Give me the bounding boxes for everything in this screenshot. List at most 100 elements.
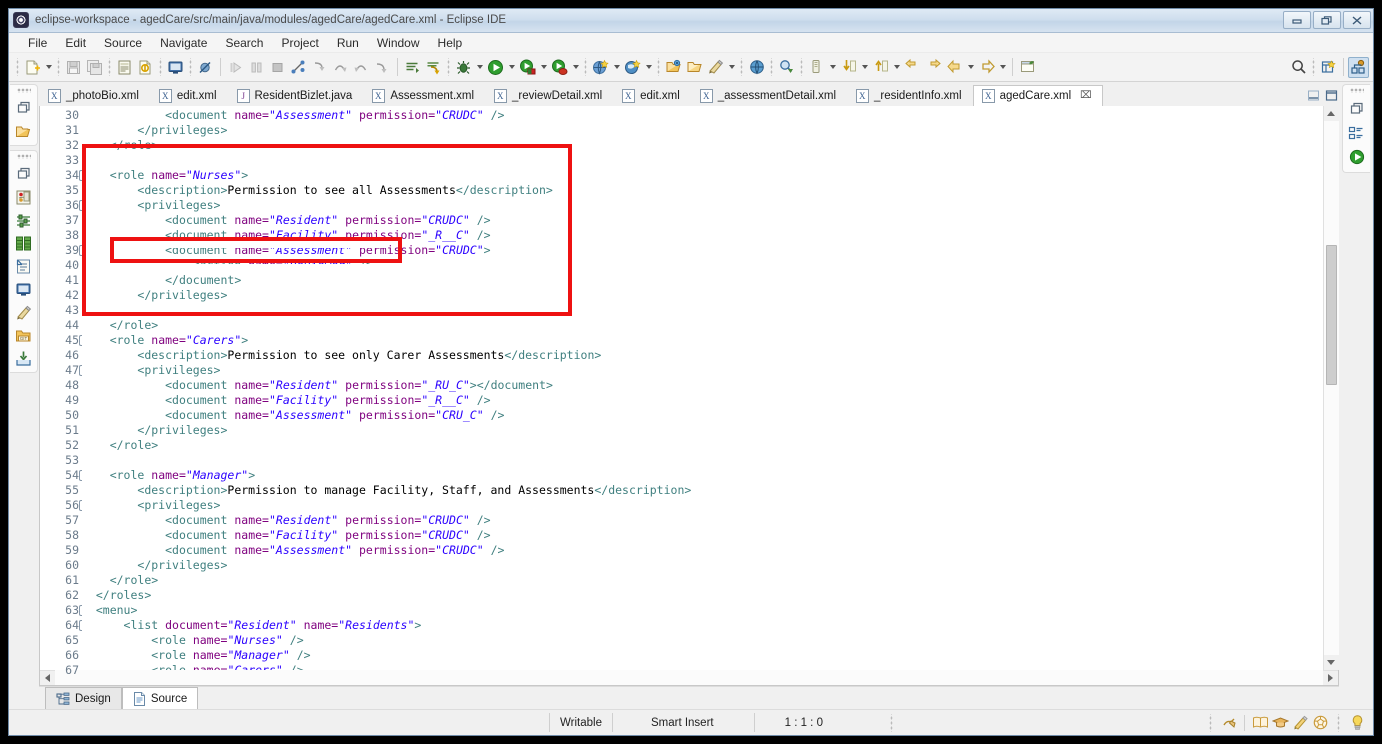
run-icon[interactable] xyxy=(485,57,506,78)
coverage-dropdown-arrow[interactable] xyxy=(538,57,549,78)
data-source-explorer-icon[interactable] xyxy=(14,233,34,253)
scroll-right-button[interactable] xyxy=(1323,670,1338,685)
editor-tab-edit-2[interactable]: X edit.xml xyxy=(613,84,691,106)
rail-grip[interactable] xyxy=(1349,88,1364,94)
menu-item-edit[interactable]: Edit xyxy=(56,34,95,52)
run-dropdown-arrow[interactable] xyxy=(506,57,517,78)
servers-icon[interactable] xyxy=(14,187,34,207)
forward-icon[interactable] xyxy=(976,57,997,78)
status-grip[interactable] xyxy=(888,713,894,732)
editor-tab-residentinfo[interactable]: X _residentInfo.xml xyxy=(847,84,973,106)
menu-item-window[interactable]: Window xyxy=(368,34,429,52)
horizontal-scroll-track[interactable] xyxy=(55,670,1323,686)
back-dropdown-arrow[interactable] xyxy=(965,57,976,78)
status-grip[interactable] xyxy=(1208,713,1213,732)
lightbulb-icon[interactable] xyxy=(1347,713,1367,733)
step-over-icon[interactable] xyxy=(330,57,351,78)
menu-item-help[interactable]: Help xyxy=(429,34,472,52)
restore-view-icon[interactable] xyxy=(14,164,34,184)
new-class-dropdown-arrow[interactable] xyxy=(726,57,737,78)
outline-view-icon[interactable] xyxy=(1347,123,1367,143)
back-icon[interactable] xyxy=(944,57,965,78)
project-explorer-icon[interactable] xyxy=(14,121,34,141)
build-all-icon[interactable] xyxy=(135,57,156,78)
open-type-icon[interactable] xyxy=(663,57,684,78)
scroll-down-button[interactable] xyxy=(1323,654,1339,670)
minimize-editor-icon[interactable] xyxy=(1305,88,1321,104)
tab-design[interactable]: Design xyxy=(45,687,122,710)
resume-icon[interactable] xyxy=(225,57,246,78)
servers-run-icon[interactable] xyxy=(1347,147,1367,167)
next-annotation-icon[interactable] xyxy=(838,57,859,78)
last-edit-location-dropdown-arrow[interactable] xyxy=(891,57,902,78)
editor-tab-residentbizlet[interactable]: J ResidentBizlet.java xyxy=(227,84,364,106)
search-repository-icon[interactable] xyxy=(776,57,797,78)
new-java-package-icon[interactable] xyxy=(590,57,611,78)
editor-horizontal-scrollbar[interactable] xyxy=(40,669,1338,686)
close-button[interactable] xyxy=(1343,11,1371,30)
last-edit-location-icon[interactable] xyxy=(870,57,891,78)
menu-item-navigate[interactable]: Navigate xyxy=(151,34,216,52)
java-ee-perspective-icon[interactable] xyxy=(1348,56,1369,78)
coverage-icon[interactable] xyxy=(517,57,538,78)
toggle-mark-occurrences-icon[interactable] xyxy=(1219,713,1239,733)
use-step-filters-icon[interactable] xyxy=(423,57,444,78)
print-icon[interactable] xyxy=(114,57,135,78)
restore-view-icon[interactable] xyxy=(14,98,34,118)
code-viewport[interactable]: <document name="Assessment" permission="… xyxy=(82,105,1323,670)
properties-icon[interactable] xyxy=(14,210,34,230)
minimize-button[interactable] xyxy=(1283,11,1311,30)
new-wizard-icon[interactable] xyxy=(22,57,43,78)
editor-vertical-scrollbar[interactable] xyxy=(1323,105,1339,670)
next-annotation-dropdown-arrow[interactable] xyxy=(859,57,870,78)
editor-tab-agedcare[interactable]: X agedCare.xml ⌧ xyxy=(972,84,1103,106)
editor-tab-assessment[interactable]: X Assessment.xml xyxy=(363,84,486,106)
terminate-icon[interactable] xyxy=(267,57,288,78)
rail-grip[interactable] xyxy=(16,88,31,94)
open-perspective-icon[interactable] xyxy=(1318,57,1339,78)
new-java-package-dropdown-arrow[interactable] xyxy=(611,57,622,78)
new-server-icon[interactable] xyxy=(622,57,643,78)
profile-dropdown-arrow[interactable] xyxy=(570,57,581,78)
vertical-scroll-track[interactable] xyxy=(1323,120,1339,655)
menu-item-file[interactable]: File xyxy=(19,34,56,52)
restore-view-icon[interactable] xyxy=(1347,99,1367,119)
drop-to-frame-icon[interactable] xyxy=(372,57,393,78)
disconnect-icon[interactable] xyxy=(288,57,309,78)
tab-source[interactable]: Source xyxy=(121,687,199,710)
new-class-icon[interactable] xyxy=(705,57,726,78)
debug-dropdown-arrow[interactable] xyxy=(474,57,485,78)
pencil-icon[interactable] xyxy=(1290,713,1310,733)
rail-grip[interactable] xyxy=(16,154,31,160)
menu-item-source[interactable]: Source xyxy=(95,34,151,52)
step-into-icon[interactable] xyxy=(309,57,330,78)
editor-tab-edit-1[interactable]: X edit.xml xyxy=(149,84,228,106)
quick-access-search-icon[interactable] xyxy=(1288,57,1309,78)
git-staging-icon[interactable] xyxy=(14,348,34,368)
forward-edit-location-icon[interactable] xyxy=(902,57,923,78)
outline-icon[interactable] xyxy=(14,256,34,276)
toolbar-grip[interactable] xyxy=(15,58,20,77)
open-task-icon[interactable] xyxy=(684,57,705,78)
pin-editor-icon[interactable] xyxy=(1017,57,1038,78)
book-icon[interactable] xyxy=(1250,713,1270,733)
graduation-cap-icon[interactable] xyxy=(1270,713,1290,733)
vertical-scroll-thumb[interactable] xyxy=(1325,244,1337,385)
soccer-ball-icon[interactable] xyxy=(1310,713,1330,733)
profile-icon[interactable] xyxy=(549,57,570,78)
scroll-up-button[interactable] xyxy=(1323,105,1339,121)
menu-item-search[interactable]: Search xyxy=(216,34,272,52)
console-icon[interactable] xyxy=(165,57,186,78)
restore-button[interactable] xyxy=(1313,11,1341,30)
previous-annotation-icon[interactable] xyxy=(806,57,827,78)
previous-annotation-dropdown-arrow[interactable] xyxy=(827,57,838,78)
menu-item-run[interactable]: Run xyxy=(328,34,368,52)
save-all-icon[interactable] xyxy=(84,57,105,78)
git-repositories-icon[interactable]: GIT xyxy=(14,325,34,345)
forward-edit-location-alt-icon[interactable] xyxy=(923,57,944,78)
forward-dropdown-arrow[interactable] xyxy=(997,57,1008,78)
skip-breakpoints-icon[interactable] xyxy=(195,57,216,78)
maximize-editor-icon[interactable] xyxy=(1323,88,1339,104)
markers-icon[interactable] xyxy=(14,302,34,322)
source-code[interactable]: <document name="Assessment" permission="… xyxy=(82,108,1323,670)
